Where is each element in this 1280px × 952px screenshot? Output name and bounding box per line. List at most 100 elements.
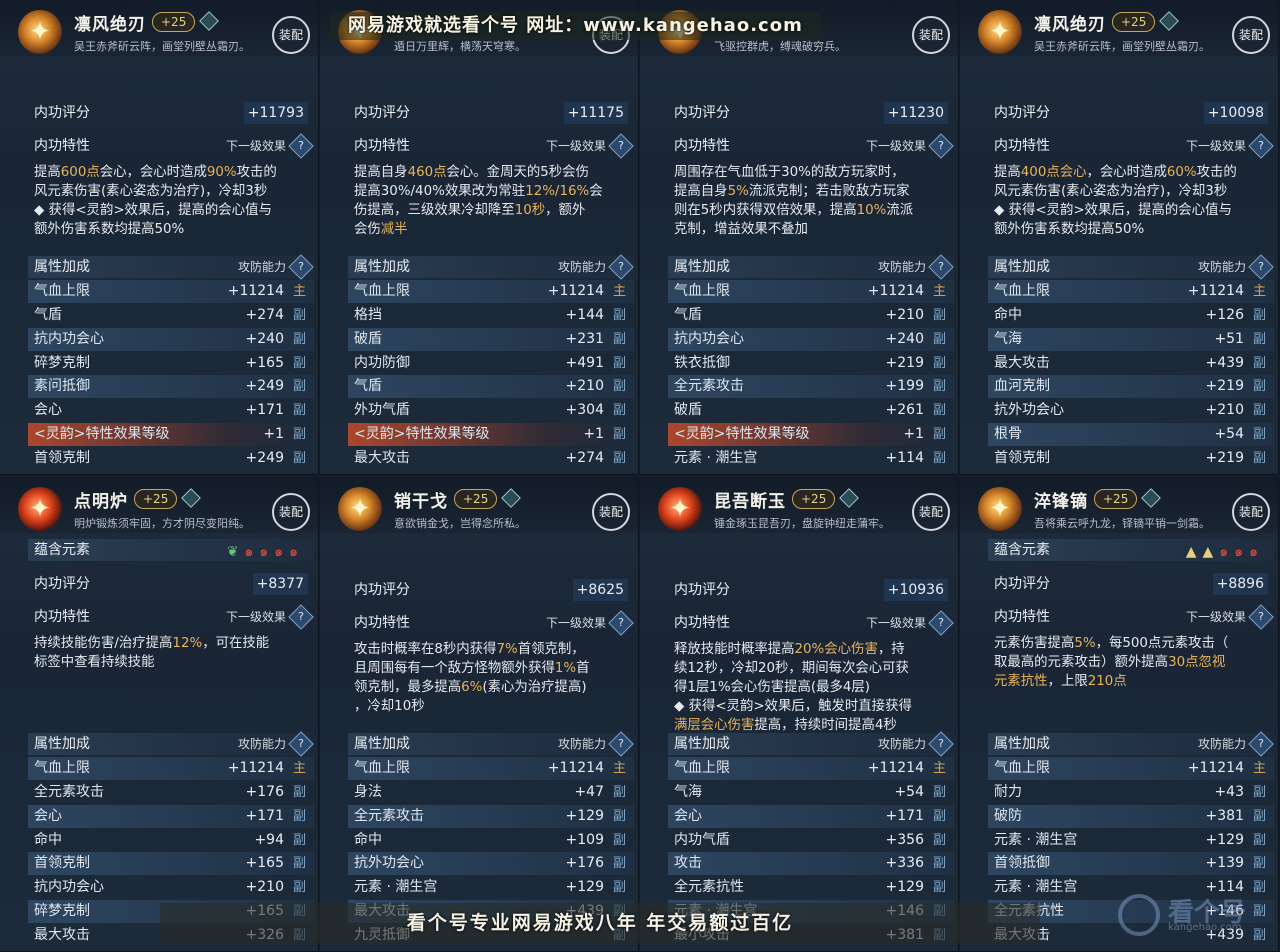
attr-row: 耐力 +43 副: [988, 781, 1274, 804]
attr-value: +171: [245, 402, 284, 419]
next-level-label[interactable]: 下一级效果: [866, 135, 926, 157]
attr-value: +129: [1205, 831, 1244, 848]
attr-value: +249: [245, 450, 284, 467]
next-level-label[interactable]: 下一级效果: [1186, 606, 1246, 628]
attr-name: <灵韵>特性效果等级: [354, 426, 490, 443]
help-icon[interactable]: ?: [288, 133, 314, 159]
help-icon[interactable]: ?: [608, 133, 634, 159]
equip-button[interactable]: 装配: [592, 493, 630, 531]
score-row: 内功评分 +8625: [348, 579, 634, 601]
next-level-label[interactable]: 下一级效果: [546, 612, 606, 634]
attr-row: 会心 +171 副: [668, 804, 954, 828]
attr-row: 气血上限 +11214 主: [348, 279, 634, 303]
item-description: 吴王赤斧斫云阵，画堂列壁丛霜刃。: [74, 40, 250, 53]
attr-row: 全元素抗性 +129 副: [668, 876, 954, 899]
attr-value: +219: [885, 354, 924, 371]
item-name: 昆吾断玉: [714, 492, 786, 512]
next-level-label[interactable]: 下一级效果: [866, 612, 926, 634]
trait-segment: 持续技能伤害/治疗提高: [34, 636, 173, 651]
sub-attr-tag: 副: [292, 403, 306, 419]
score-row: 内功评分 +10098: [988, 102, 1274, 124]
trait-text: 释放技能时概率提高20%会心伤害，持 续12秒，冷却20秒，期间每次会心可获 得…: [674, 640, 946, 735]
next-level-label[interactable]: 下一级效果: [226, 135, 286, 157]
next-level-label[interactable]: 下一级效果: [546, 135, 606, 157]
attr-value: +11214: [867, 282, 924, 299]
equip-button[interactable]: 装配: [912, 493, 950, 531]
attr-value: +171: [885, 807, 924, 824]
attr-value: +94: [254, 831, 284, 848]
item-description: 吴王赤斧斫云阵，画堂列壁丛霜刃。: [1034, 40, 1210, 53]
attr-row: 破盾 +231 副: [348, 327, 634, 351]
score-label: 内功评分: [354, 582, 410, 598]
attr-value: +274: [565, 450, 604, 467]
attr-value: +491: [565, 354, 604, 371]
help-icon[interactable]: ?: [608, 254, 634, 280]
trait-label: 内功特性: [34, 138, 90, 154]
help-icon[interactable]: ?: [608, 610, 634, 636]
attr-name: 会心: [34, 402, 62, 419]
power-label: 攻防能力: [877, 259, 926, 274]
help-icon[interactable]: ?: [288, 604, 314, 630]
equip-button[interactable]: 装配: [272, 16, 310, 54]
equip-button[interactable]: 装配: [272, 493, 310, 531]
sub-attr-tag: 副: [1252, 379, 1266, 395]
neigong-panel: ✦ 凛风绝刃 +25 吴王赤斧斫云阵，画堂列壁丛霜刃。 装配 内功评分 +11793 内功特性…: [0, 0, 319, 475]
attr-name: 破盾: [354, 330, 382, 347]
trait-text: 元素伤害提高5%，每500点元素攻击（ 取最高的元素攻击）额外提高30点忽视 元…: [994, 634, 1266, 691]
trait-segment: 会心，会心时造成: [99, 165, 207, 180]
equip-button[interactable]: 装配: [1232, 493, 1270, 531]
sub-attr-tag: 副: [612, 880, 626, 896]
trait-text: 提高600点会心，会心时造成90%攻击的 风元素伤害(素心姿态为治疗)，冷却3秒…: [34, 163, 306, 239]
trait-header: 内功特性 下一级效果?: [988, 604, 1274, 630]
attr-name: 破盾: [674, 402, 702, 419]
attr-value: +109: [565, 831, 604, 848]
help-icon[interactable]: ?: [1248, 731, 1274, 757]
rank-diamond-icon: [1141, 488, 1161, 508]
help-icon[interactable]: ?: [928, 731, 954, 757]
fire-element-icon: ๑: [259, 544, 275, 560]
attr-value: +43: [1214, 783, 1244, 800]
attr-row: 首领克制 +219 副: [988, 447, 1274, 470]
attr-value: +171: [245, 807, 284, 824]
equip-button[interactable]: 装配: [1232, 16, 1270, 54]
attr-value: +114: [885, 450, 924, 467]
score-row: 内功评分 +11793: [28, 102, 314, 124]
attr-name: 元素 · 潮生宫: [354, 879, 438, 896]
sub-attr-tag: 副: [932, 880, 946, 896]
attr-value: +129: [885, 879, 924, 896]
attr-value: +11214: [1187, 282, 1244, 299]
sub-attr-tag: 副: [932, 427, 946, 443]
attr-name: 耐力: [994, 783, 1022, 800]
attr-name: 气血上限: [34, 759, 90, 776]
trait-segment: ，会心时造成: [1086, 165, 1167, 180]
attr-row: 首领克制 +165 副: [28, 852, 314, 876]
attr-value: +129: [565, 879, 604, 896]
equip-button[interactable]: 装配: [912, 16, 950, 54]
fire-element-icon: ๑: [244, 544, 260, 560]
help-icon[interactable]: ?: [1248, 254, 1274, 280]
sub-attr-tag: 副: [932, 307, 946, 323]
attr-value: +210: [1205, 402, 1244, 419]
neigong-panel: ✦ 凛风绝刃 +25 吴王赤斧斫云阵，画堂列壁丛霜刃。 装配 内功评分 +10098 内功特性…: [960, 0, 1279, 475]
sub-attr-tag: 副: [1252, 427, 1266, 443]
help-icon[interactable]: ?: [1248, 604, 1274, 630]
attr-value: +199: [885, 378, 924, 395]
help-icon[interactable]: ?: [928, 610, 954, 636]
fire-element-icon: ๑: [1219, 544, 1235, 560]
help-icon[interactable]: ?: [928, 133, 954, 159]
attr-header: 属性加成 攻防能力?: [348, 254, 634, 280]
attr-value: +1: [583, 426, 604, 443]
attr-name: 全元素攻击: [34, 783, 104, 800]
next-level-label[interactable]: 下一级效果: [226, 606, 286, 628]
help-icon[interactable]: ?: [928, 254, 954, 280]
attr-row: 首领抵御 +139 副: [988, 852, 1274, 876]
trait-highlight: 减半: [380, 222, 408, 237]
help-icon[interactable]: ?: [288, 731, 314, 757]
help-icon[interactable]: ?: [288, 254, 314, 280]
help-icon[interactable]: ?: [1248, 133, 1274, 159]
sub-attr-tag: 副: [612, 403, 626, 419]
attr-value: +165: [245, 354, 284, 371]
next-level-label[interactable]: 下一级效果: [1186, 135, 1246, 157]
attr-row: 破盾 +261 副: [668, 399, 954, 422]
help-icon[interactable]: ?: [608, 731, 634, 757]
